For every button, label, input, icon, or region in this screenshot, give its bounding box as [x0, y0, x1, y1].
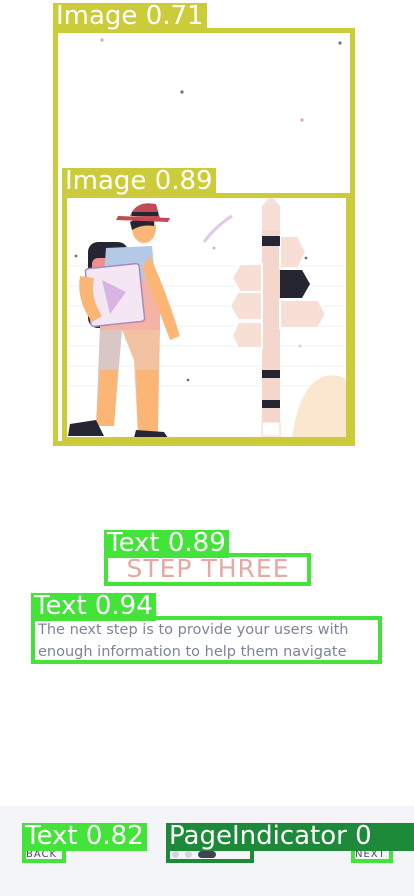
page-indicator-label: PageIndicator 0 [166, 823, 414, 851]
image-inner-label: Image 0.89 [62, 168, 216, 196]
image-inner-box [62, 193, 351, 442]
back-label: Text 0.82 [22, 823, 147, 851]
description-label: Text 0.94 [31, 593, 156, 621]
description-box [31, 616, 382, 664]
title-label: Text 0.89 [104, 530, 229, 558]
image-outer-label: Image 0.71 [53, 3, 207, 31]
